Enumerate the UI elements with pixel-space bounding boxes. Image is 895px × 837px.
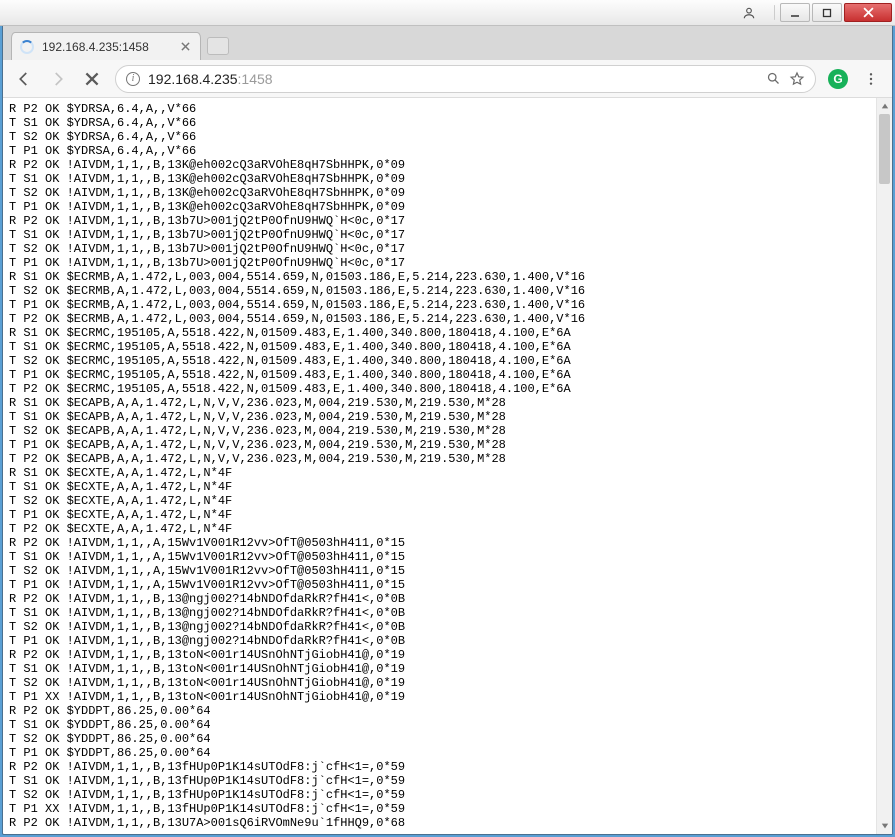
log-line: R P2 OK !AIVDM,1,1,,B,13b7U>001jQ2tP0Ofn… bbox=[9, 214, 870, 228]
log-line: R S1 OK $ECXTE,A,A,1.472,L,N*4F bbox=[9, 466, 870, 480]
log-line: T S2 OK $YDDPT,86.25,0.00*64 bbox=[9, 732, 870, 746]
browser-tab[interactable]: 192.168.4.235:1458 bbox=[11, 32, 201, 60]
minimize-button[interactable] bbox=[780, 3, 810, 22]
search-in-page-button[interactable] bbox=[766, 71, 781, 86]
search-icon bbox=[766, 71, 781, 86]
log-line: R S1 OK $ECRMB,A,1.472,L,003,004,5514.65… bbox=[9, 270, 870, 284]
stop-button[interactable] bbox=[81, 68, 103, 90]
maximize-button[interactable] bbox=[812, 3, 842, 22]
url-text: 192.168.4.235:1458 bbox=[148, 71, 758, 87]
log-line: R S1 OK $ECRMC,195105,A,5518.422,N,01509… bbox=[9, 326, 870, 340]
forward-button[interactable] bbox=[47, 68, 69, 90]
x-icon bbox=[85, 72, 99, 86]
log-line: R P2 OK !AIVDM,1,1,,B,13toN<001r14USnOhN… bbox=[9, 648, 870, 662]
log-line: R P2 OK $YDRSA,6.4,A,,V*66 bbox=[9, 102, 870, 116]
log-line: T S2 OK $ECRMB,A,1.472,L,003,004,5514.65… bbox=[9, 284, 870, 298]
log-line: T S1 OK $ECXTE,A,A,1.472,L,N*4F bbox=[9, 480, 870, 494]
close-button[interactable] bbox=[844, 3, 892, 22]
bookmark-button[interactable] bbox=[789, 71, 805, 87]
x-icon bbox=[181, 42, 190, 51]
log-line: T S2 OK $ECAPB,A,A,1.472,L,N,V,V,236.023… bbox=[9, 424, 870, 438]
log-line: T P1 OK $YDDPT,86.25,0.00*64 bbox=[9, 746, 870, 760]
scroll-down-button[interactable] bbox=[877, 818, 892, 834]
star-icon bbox=[789, 71, 805, 87]
log-line: T S2 OK !AIVDM,1,1,,B,13toN<001r14USnOhN… bbox=[9, 676, 870, 690]
site-info-icon[interactable]: i bbox=[126, 72, 140, 86]
log-line: R P2 OK $YDDPT,86.25,0.00*64 bbox=[9, 704, 870, 718]
tab-close-button[interactable] bbox=[179, 42, 192, 51]
new-tab-button[interactable] bbox=[207, 37, 229, 55]
log-line: R S1 OK $ECAPB,A,A,1.472,L,N,V,V,236.023… bbox=[9, 396, 870, 410]
log-line: T S2 OK !AIVDM,1,1,,B,13K@eh002cQ3aRVOhE… bbox=[9, 186, 870, 200]
log-line: T S1 OK $YDRSA,6.4,A,,V*66 bbox=[9, 116, 870, 130]
log-line: T P2 OK $ECAPB,A,A,1.472,L,N,V,V,236.023… bbox=[9, 452, 870, 466]
arrow-right-icon bbox=[49, 70, 67, 88]
titlebar-separator bbox=[774, 5, 775, 20]
log-line: T P1 OK !AIVDM,1,1,,B,13@ngj002?14bNDOfd… bbox=[9, 634, 870, 648]
tab-title: 192.168.4.235:1458 bbox=[42, 40, 149, 54]
log-line: R P2 OK !AIVDM,1,1,,A,15Wv1V001R12vv>OfT… bbox=[9, 536, 870, 550]
log-line: T S1 OK $ECAPB,A,A,1.472,L,N,V,V,236.023… bbox=[9, 410, 870, 424]
log-line: T S1 OK !AIVDM,1,1,,A,15Wv1V001R12vv>OfT… bbox=[9, 550, 870, 564]
log-line: T S1 OK !AIVDM,1,1,,B,13b7U>001jQ2tP0Ofn… bbox=[9, 228, 870, 242]
log-line: T P1 OK $ECAPB,A,A,1.472,L,N,V,V,236.023… bbox=[9, 438, 870, 452]
log-line: T S1 OK $ECRMC,195105,A,5518.422,N,01509… bbox=[9, 340, 870, 354]
log-line: R P2 OK !AIVDM,1,1,,B,13fHUp0P1K14sUTOdF… bbox=[9, 760, 870, 774]
log-line: T P1 OK !AIVDM,1,1,,B,13K@eh002cQ3aRVOhE… bbox=[9, 200, 870, 214]
log-line: T S2 OK !AIVDM,1,1,,B,13@ngj002?14bNDOfd… bbox=[9, 620, 870, 634]
log-line: R P2 OK !AIVDM,1,1,,B,13@ngj002?14bNDOfd… bbox=[9, 592, 870, 606]
extension-button[interactable]: G bbox=[828, 69, 848, 89]
viewport: R P2 OK $YDRSA,6.4,A,,V*66T S1 OK $YDRSA… bbox=[3, 98, 892, 834]
log-line: T S2 OK $ECXTE,A,A,1.472,L,N*4F bbox=[9, 494, 870, 508]
log-line: T S1 OK !AIVDM,1,1,,B,13fHUp0P1K14sUTOdF… bbox=[9, 774, 870, 788]
log-line: T P1 OK $ECXTE,A,A,1.472,L,N*4F bbox=[9, 508, 870, 522]
vertical-scrollbar[interactable] bbox=[876, 98, 892, 834]
chevron-down-icon bbox=[881, 822, 889, 830]
log-line: T P1 XX !AIVDM,1,1,,B,13toN<001r14USnOhN… bbox=[9, 690, 870, 704]
maximize-icon bbox=[822, 8, 832, 18]
extension-label: G bbox=[833, 72, 842, 86]
log-line: T P1 OK $ECRMB,A,1.472,L,003,004,5514.65… bbox=[9, 298, 870, 312]
log-line: T S1 OK $YDDPT,86.25,0.00*64 bbox=[9, 718, 870, 732]
tab-strip: 192.168.4.235:1458 bbox=[3, 26, 892, 60]
menu-button[interactable] bbox=[860, 68, 882, 90]
arrow-left-icon bbox=[15, 70, 33, 88]
chevron-up-icon bbox=[881, 102, 889, 110]
log-line: R P2 OK !AIVDM,1,1,,B,13U7A>001sQ6iRVOmN… bbox=[9, 816, 870, 830]
log-line: T P2 OK $ECRMC,195105,A,5518.422,N,01509… bbox=[9, 382, 870, 396]
scroll-thumb[interactable] bbox=[879, 114, 890, 184]
minimize-icon bbox=[790, 8, 800, 18]
browser-window: 192.168.4.235:1458 i 192.168.4.235:1458 bbox=[2, 26, 893, 835]
toolbar: i 192.168.4.235:1458 G bbox=[3, 60, 892, 98]
log-line: T P2 OK $ECXTE,A,A,1.472,L,N*4F bbox=[9, 522, 870, 536]
log-line: T P2 OK $ECRMB,A,1.472,L,003,004,5514.65… bbox=[9, 312, 870, 326]
log-line: T S2 OK !AIVDM,1,1,,B,13b7U>001jQ2tP0Ofn… bbox=[9, 242, 870, 256]
log-line: T S2 OK $ECRMC,195105,A,5518.422,N,01509… bbox=[9, 354, 870, 368]
loading-spinner-icon bbox=[20, 40, 34, 54]
log-line: T S1 OK !AIVDM,1,1,,B,13@ngj002?14bNDOfd… bbox=[9, 606, 870, 620]
user-button[interactable] bbox=[734, 3, 764, 22]
log-line: T S1 OK !AIVDM,1,1,,B,13K@eh002cQ3aRVOhE… bbox=[9, 172, 870, 186]
address-bar[interactable]: i 192.168.4.235:1458 bbox=[115, 65, 816, 93]
user-icon bbox=[742, 6, 756, 20]
back-button[interactable] bbox=[13, 68, 35, 90]
url-host: 192.168.4.235 bbox=[148, 71, 238, 87]
log-line: T S2 OK !AIVDM,1,1,,A,15Wv1V001R12vv>OfT… bbox=[9, 564, 870, 578]
close-icon bbox=[863, 7, 874, 18]
scroll-up-button[interactable] bbox=[877, 98, 892, 114]
log-line: T P1 OK !AIVDM,1,1,,B,13b7U>001jQ2tP0Ofn… bbox=[9, 256, 870, 270]
page-body[interactable]: R P2 OK $YDRSA,6.4,A,,V*66T S1 OK $YDRSA… bbox=[3, 98, 876, 834]
log-line: T P1 OK $ECRMC,195105,A,5518.422,N,01509… bbox=[9, 368, 870, 382]
url-port: :1458 bbox=[238, 71, 273, 87]
log-line: T P1 OK $YDRSA,6.4,A,,V*66 bbox=[9, 144, 870, 158]
log-line: T S2 OK $YDRSA,6.4,A,,V*66 bbox=[9, 130, 870, 144]
log-line: R P2 OK !AIVDM,1,1,,B,13K@eh002cQ3aRVOhE… bbox=[9, 158, 870, 172]
log-line: T S2 OK !AIVDM,1,1,,B,13fHUp0P1K14sUTOdF… bbox=[9, 788, 870, 802]
log-line: T S1 OK !AIVDM,1,1,,B,13toN<001r14USnOhN… bbox=[9, 662, 870, 676]
kebab-icon bbox=[863, 71, 879, 87]
log-line: T P1 XX !AIVDM,1,1,,B,13fHUp0P1K14sUTOdF… bbox=[9, 802, 870, 816]
window-titlebar bbox=[0, 0, 895, 26]
log-line: T P1 OK !AIVDM,1,1,,A,15Wv1V001R12vv>OfT… bbox=[9, 578, 870, 592]
